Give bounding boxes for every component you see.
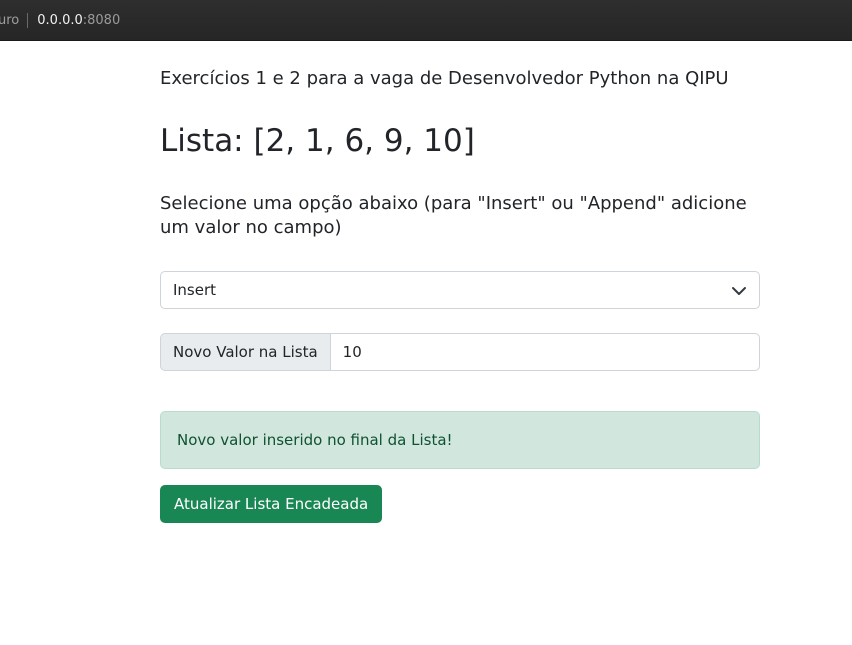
- list-title: Lista: [2, 1, 6, 9, 10]: [160, 123, 475, 159]
- browser-address-bar[interactable]: uro 0.0.0.0 :8080: [0, 0, 852, 41]
- security-indicator[interactable]: uro: [0, 13, 19, 28]
- new-value-input-text: 10: [342, 343, 362, 361]
- new-value-input-group: Novo Valor na Lista 10: [160, 333, 760, 371]
- new-value-input[interactable]: 10: [329, 333, 760, 371]
- address-separator: [27, 12, 29, 28]
- operation-select-value: Insert: [173, 281, 217, 299]
- success-alert: Novo valor inserido no final da Lista!: [160, 411, 760, 469]
- url-host: 0.0.0.0: [37, 12, 83, 28]
- instructions-text: Selecione uma opção abaixo (para "Insert…: [160, 193, 747, 238]
- operation-select[interactable]: Insert: [160, 271, 760, 309]
- chevron-down-icon: [732, 287, 746, 295]
- page-subtitle: Exercícios 1 e 2 para a vaga de Desenvol…: [160, 68, 729, 89]
- new-value-label: Novo Valor na Lista: [160, 333, 330, 371]
- url-port: :8080: [82, 12, 121, 28]
- update-list-button[interactable]: Atualizar Lista Encadeada: [160, 485, 383, 523]
- success-alert-message: Novo valor inserido no final da Lista!: [177, 431, 453, 449]
